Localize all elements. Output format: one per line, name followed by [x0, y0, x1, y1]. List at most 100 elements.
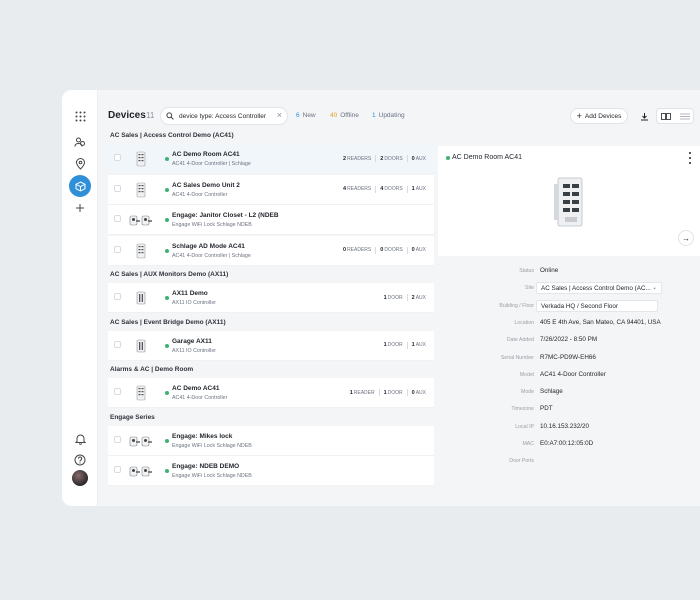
property-value: Verkada HQ / Second Floor — [541, 302, 619, 310]
online-status-dot — [165, 248, 169, 253]
arrow-right-icon: → — [682, 233, 690, 243]
count-item: 0AUX — [412, 247, 426, 253]
add-devices-button[interactable]: + Add Devices — [570, 108, 628, 124]
devices-icon[interactable] — [69, 175, 91, 197]
download-button[interactable] — [636, 108, 652, 124]
apps-grid-icon[interactable] — [72, 108, 88, 124]
count-item: 0AUX — [412, 390, 426, 396]
next-arrow-button[interactable]: → — [678, 230, 694, 246]
count-item: 0AUX — [412, 156, 426, 162]
device-name: Schlage AD Mode AC41 — [172, 242, 245, 250]
device-name: Engage: NDEB DEMO — [172, 463, 240, 470]
device-name: AC Demo AC41 — [172, 385, 220, 392]
count-label: DOOR — [387, 342, 403, 348]
online-status-dot — [165, 157, 169, 161]
device-preview-card: AC Demo Room AC41 → — [438, 146, 700, 256]
row-checkbox[interactable] — [114, 293, 121, 300]
stat-offline[interactable]: 40 Offline — [330, 112, 359, 119]
controller-image — [554, 177, 583, 227]
device-model: AC41 4-Door Controller | Schlage — [172, 252, 251, 259]
count-value: 1 — [411, 342, 415, 348]
view-toggle — [656, 108, 694, 124]
online-status-dot — [165, 391, 169, 395]
device-model: Engage WiFi Lock Schlage NDEB — [172, 473, 252, 479]
property-label: Model — [519, 371, 534, 378]
avatar[interactable] — [72, 470, 88, 486]
count-value: 2 — [343, 155, 347, 162]
device-name: AX11 Demo — [172, 290, 208, 297]
group-label: AC Sales | Access Control Demo (AC41) — [110, 132, 234, 139]
device-model: Engage WiFi Lock Schlage NDEB — [172, 222, 252, 228]
row-checkbox[interactable] — [114, 388, 121, 395]
device-counts: 1DOOR 1AUX — [384, 341, 426, 349]
row-checkbox[interactable] — [114, 435, 121, 443]
controller-thumbnail — [128, 180, 154, 200]
count-item: 0DOORS — [380, 247, 402, 253]
device-name: Engage: Janitor Closet - L2 (NDEB — [172, 212, 279, 219]
count-label: DOORS — [384, 247, 403, 253]
location-pin-icon[interactable] — [72, 156, 88, 172]
device-row[interactable]: Engage: Mikes lock Engage WiFi Lock Schla… — [108, 425, 434, 456]
property-value: AC41 4-Door Controller — [540, 370, 606, 378]
property-value: Online — [540, 267, 559, 274]
count-value: 1 — [383, 389, 387, 396]
count-item: 1DOOR — [384, 390, 403, 396]
row-checkbox[interactable] — [114, 340, 121, 348]
search-box[interactable]: × — [160, 107, 288, 125]
count-label: DOORS — [384, 155, 403, 162]
count-item: 2AUX — [412, 295, 426, 301]
property-value: Schlage — [540, 388, 563, 396]
io-thumbnail — [128, 288, 154, 308]
more-options-icon[interactable] — [686, 152, 694, 164]
property-label: Location — [514, 319, 534, 326]
device-model: AX11 IO Controller — [172, 300, 217, 306]
count-label: DOOR — [387, 389, 403, 396]
close-icon[interactable]: × — [277, 110, 282, 120]
device-name: AC Sales Demo Unit 2 — [172, 181, 240, 189]
chevron-down-icon: ⌄ — [651, 285, 657, 292]
row-checkbox[interactable] — [114, 154, 121, 161]
device-row[interactable]: AX11 Demo AX11 IO Controller 1DOOR 2AUX — [108, 283, 434, 313]
building-floor-input[interactable]: Verkada HQ / Second Floor — [536, 299, 658, 312]
row-checkbox[interactable] — [114, 215, 121, 222]
group-label: Alarms & AC | Demo Room — [110, 366, 194, 373]
count-label: DOORS — [384, 186, 403, 192]
lock-thumbnail — [128, 461, 154, 481]
bell-icon[interactable] — [72, 431, 88, 447]
row-checkbox[interactable] — [114, 245, 121, 253]
device-row[interactable]: Engage: Janitor Closet - L2 (NDEB Engage … — [108, 205, 434, 235]
online-status-dot — [165, 218, 169, 222]
stat-updating[interactable]: 1 Updating — [372, 112, 405, 119]
users-icon[interactable] — [72, 134, 88, 150]
count-label: READERS — [347, 155, 372, 162]
property-label: Building / Floor — [499, 302, 534, 309]
device-row[interactable]: AC Demo Room AC41 AC41 4-Door Controller … — [108, 144, 434, 174]
count-value: 0 — [380, 247, 384, 253]
property-value: 10.16.153.232/20 — [540, 422, 590, 430]
list-view-icon[interactable] — [676, 109, 694, 123]
device-row[interactable]: Schlage AD Mode AC41 AC41 4-Door Controll… — [108, 235, 434, 266]
help-icon[interactable] — [72, 452, 88, 468]
app-window: Devices 11 × 6New 40Offline 1Updating +A… — [62, 90, 700, 506]
add-icon[interactable] — [72, 200, 88, 216]
count-label: READER — [353, 389, 375, 396]
device-counts: 1DOOR 2AUX — [384, 294, 426, 301]
device-count: 11 — [146, 111, 155, 120]
toolbar: Devices 11 × 6New 40Offline 1Updating +A… — [98, 104, 700, 128]
device-row[interactable]: Garage AX11 AX11 IO Controller 1DOOR 1AUX — [108, 330, 434, 361]
stat-updating-label: Updating — [378, 112, 405, 119]
device-row[interactable]: AC Sales Demo Unit 2 AC41 4-Door Controll… — [108, 174, 434, 205]
split-view-icon[interactable] — [657, 109, 675, 123]
stat-new[interactable]: 6 New — [296, 112, 316, 119]
page-title: Devices — [108, 110, 146, 121]
row-checkbox[interactable] — [114, 466, 121, 473]
nav-rail — [62, 90, 98, 506]
row-checkbox[interactable] — [114, 184, 121, 192]
site-select[interactable]: AC Sales | Access Control Demo (AC... ⌄ — [536, 282, 662, 295]
lock-thumbnail — [128, 210, 154, 230]
count-label: AUX — [415, 389, 426, 396]
search-input[interactable] — [179, 111, 273, 122]
device-row[interactable]: AC Demo AC41 AC41 4-Door Controller 1READE… — [108, 378, 434, 408]
device-row[interactable]: Engage: NDEB DEMO Engage WiFi Lock Schlag… — [108, 456, 434, 486]
property-label: Date Added — [506, 337, 534, 344]
